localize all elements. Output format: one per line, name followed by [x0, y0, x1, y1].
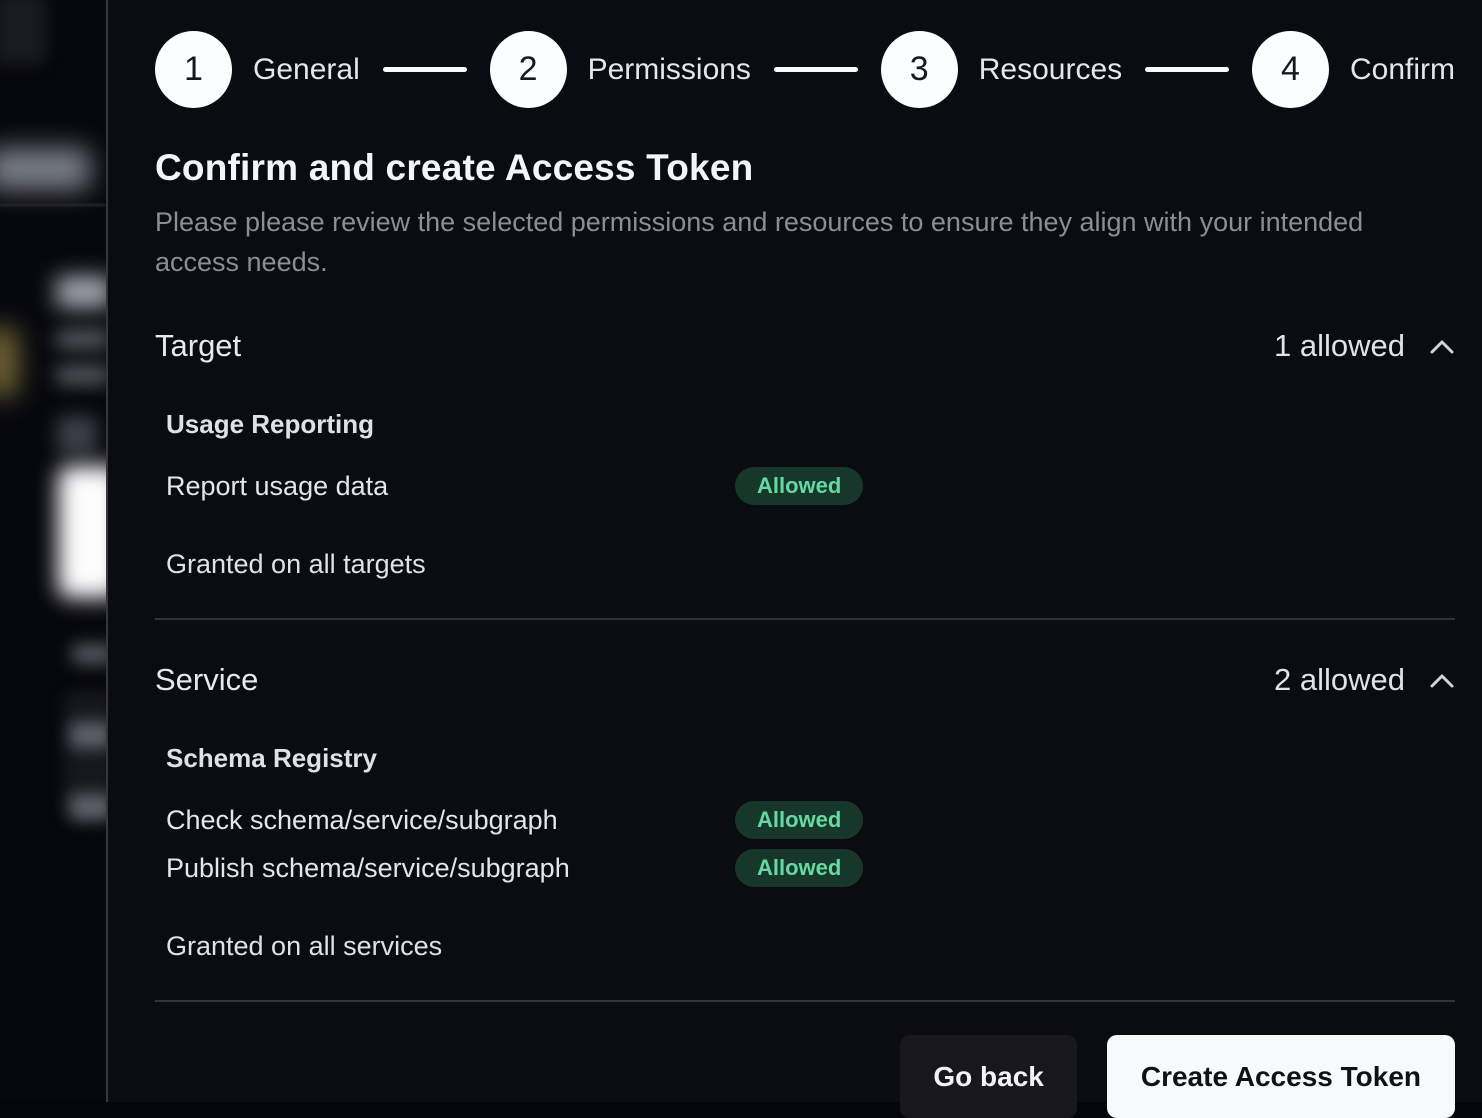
backdrop-blur-shape [70, 794, 106, 820]
backdrop-blur-shape [58, 466, 106, 598]
allowed-count-badge: 2 allowed [1274, 662, 1405, 698]
page-title: Confirm and create Access Token [155, 147, 1455, 189]
section-target: Target 1 allowed Usage Reporting Report … [155, 328, 1455, 620]
step-label: Confirm [1350, 53, 1455, 87]
step-number-circle: 1 [155, 31, 232, 108]
section-header-service: Service 2 allowed [155, 662, 1455, 698]
backdrop-blur-shape [70, 722, 106, 748]
section-title: Target [155, 328, 241, 364]
permission-group-usage-reporting: Usage Reporting Report usage data Allowe… [166, 409, 1455, 505]
blurred-backdrop [0, 0, 106, 1102]
allowed-count-badge: 1 allowed [1274, 328, 1405, 364]
permission-row: Check schema/service/subgraph Allowed [166, 801, 1455, 839]
backdrop-blur-shape [0, 0, 46, 64]
wizard-stepper: 1 General 2 Permissions 3 Resources 4 Co… [155, 31, 1455, 108]
permission-label: Check schema/service/subgraph [166, 805, 735, 836]
section-title: Service [155, 662, 258, 698]
backdrop-blur-shape [0, 204, 106, 206]
backdrop-blur-shape [0, 148, 90, 190]
backdrop-blur-shape [56, 366, 106, 384]
step-connector-line [774, 67, 858, 72]
step-number-circle: 2 [490, 31, 567, 108]
step-number-circle: 4 [1252, 31, 1329, 108]
granted-note: Granted on all targets [166, 549, 1455, 580]
go-back-button[interactable]: Go back [900, 1035, 1076, 1118]
section-collapse-toggle[interactable]: 2 allowed [1274, 662, 1455, 698]
backdrop-blur-shape [72, 644, 106, 664]
backdrop-blur-shape [0, 328, 18, 396]
page-description: Please please review the selected permis… [155, 202, 1390, 282]
create-access-token-wizard: 1 General 2 Permissions 3 Resources 4 Co… [106, 0, 1482, 1102]
step-connector-line [1145, 67, 1229, 72]
status-badge: Allowed [735, 849, 863, 887]
permission-row: Publish schema/service/subgraph Allowed [166, 849, 1455, 887]
backdrop-blur-shape [56, 276, 106, 308]
step-connector-line [383, 67, 467, 72]
backdrop-blur-shape [56, 330, 106, 348]
backdrop-blur-shape [57, 416, 97, 454]
section-service: Service 2 allowed Schema Registry Check … [155, 662, 1455, 1002]
step-label: General [253, 53, 360, 87]
step-resources[interactable]: 3 Resources [881, 31, 1122, 108]
section-collapse-toggle[interactable]: 1 allowed [1274, 328, 1455, 364]
footer-divider [155, 1000, 1455, 1002]
step-label: Permissions [588, 53, 751, 87]
wizard-actions: Go back Create Access Token [155, 1035, 1455, 1118]
permission-group-schema-registry: Schema Registry Check schema/service/sub… [166, 743, 1455, 887]
status-badge: Allowed [735, 801, 863, 839]
step-general[interactable]: 1 General [155, 31, 360, 108]
group-title: Schema Registry [166, 743, 1455, 774]
chevron-up-icon [1429, 672, 1455, 689]
chevron-up-icon [1429, 338, 1455, 355]
step-label: Resources [979, 53, 1122, 87]
permission-label: Publish schema/service/subgraph [166, 853, 735, 884]
group-title: Usage Reporting [166, 409, 1455, 440]
granted-note: Granted on all services [166, 931, 1455, 962]
permission-label: Report usage data [166, 471, 735, 502]
permission-row: Report usage data Allowed [166, 467, 1455, 505]
status-badge: Allowed [735, 467, 863, 505]
section-header-target: Target 1 allowed [155, 328, 1455, 364]
section-divider [155, 618, 1455, 620]
step-permissions[interactable]: 2 Permissions [490, 31, 751, 108]
step-number-circle: 3 [881, 31, 958, 108]
create-access-token-button[interactable]: Create Access Token [1107, 1035, 1455, 1118]
step-confirm[interactable]: 4 Confirm [1252, 31, 1455, 108]
